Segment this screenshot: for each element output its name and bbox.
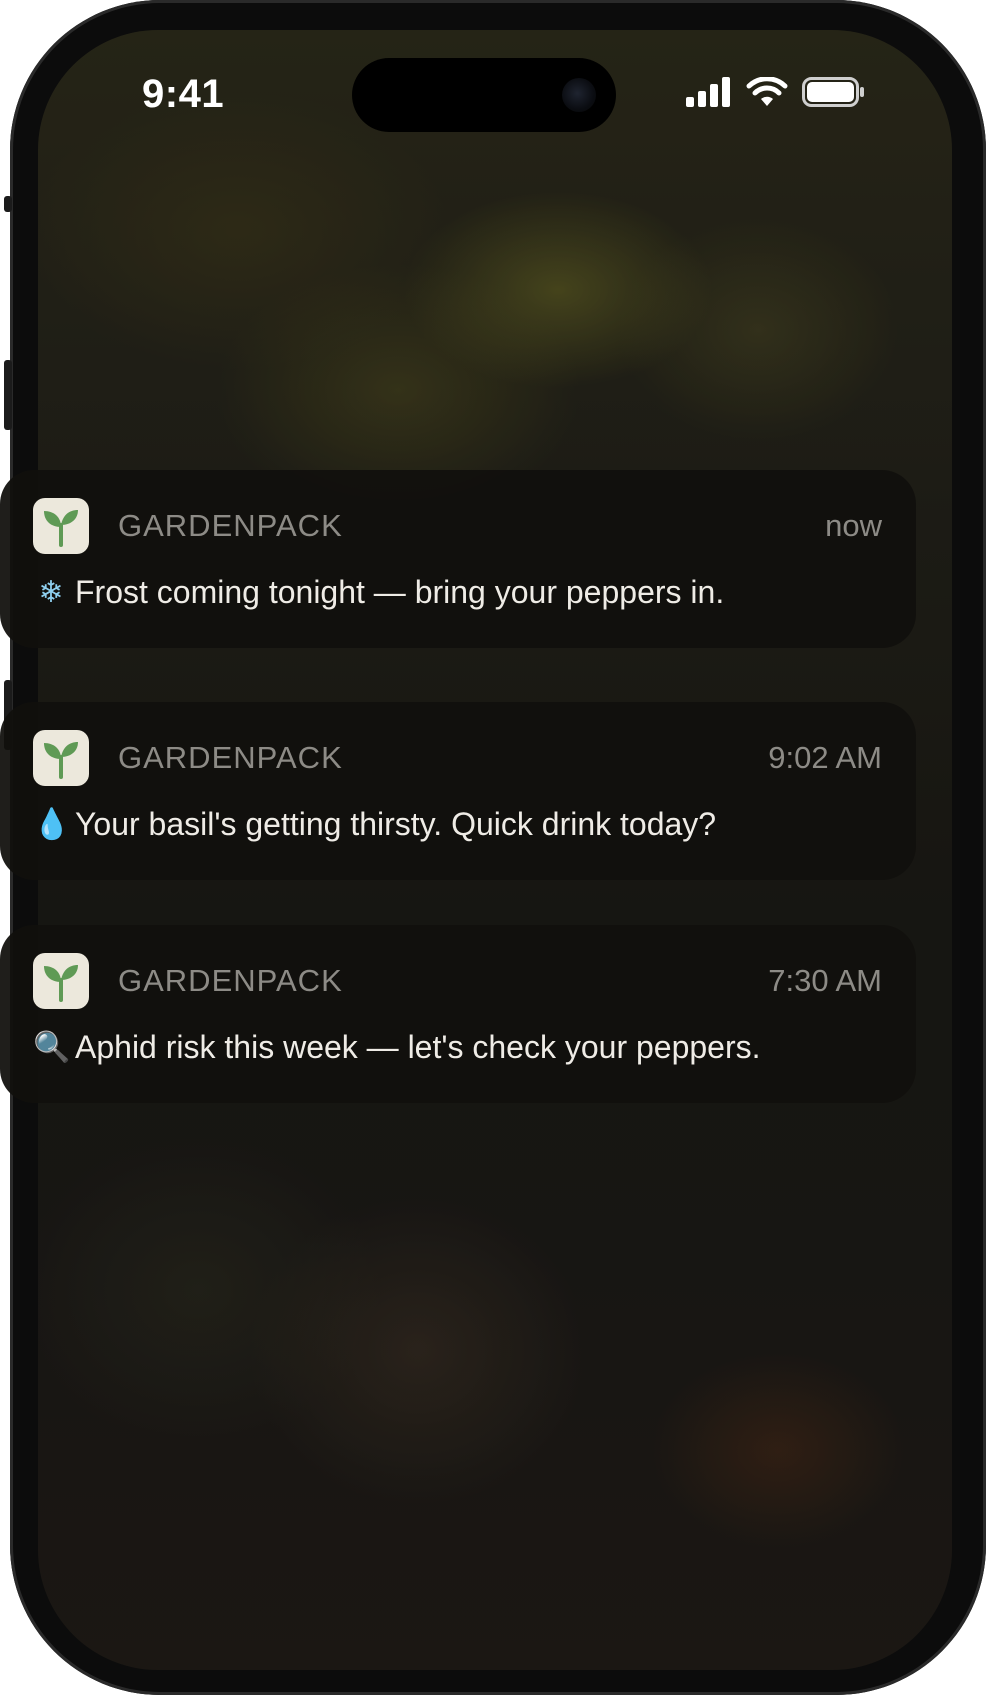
notification-message: Your basil's getting thirsty. Quick drin… — [75, 806, 717, 842]
volume-up-button — [4, 360, 12, 430]
notification-time: now — [825, 508, 882, 543]
stage: 9:41 GARDENPACK now ❄ Frost coming tonig… — [0, 0, 990, 1695]
wifi-icon — [746, 75, 788, 112]
notification-body: 💧 Your basil's getting thirsty. Quick dr… — [33, 806, 716, 843]
status-icons — [686, 75, 866, 112]
notification-app-name: GARDENPACK — [118, 963, 343, 998]
notification-body: ❄ Frost coming tonight — bring your pepp… — [33, 574, 724, 611]
status-bar: 9:41 — [38, 30, 952, 160]
notification-time: 9:02 AM — [768, 740, 882, 775]
notification-message: Frost coming tonight — bring your pepper… — [75, 574, 725, 610]
sprout-icon — [44, 742, 78, 779]
notification-card[interactable]: GARDENPACK 7:30 AM 🔍 Aphid risk this wee… — [0, 925, 916, 1103]
gardenpack-app-icon — [33, 730, 89, 786]
cellular-signal-icon — [686, 76, 732, 112]
battery-icon — [802, 76, 866, 112]
notification-app-name: GARDENPACK — [118, 508, 343, 543]
notification-card[interactable]: GARDENPACK now ❄ Frost coming tonight — … — [0, 470, 916, 648]
silent-switch — [4, 196, 12, 212]
magnifying-glass-icon: 🔍 — [33, 1031, 71, 1064]
dynamic-island — [352, 58, 616, 132]
notification-body: 🔍 Aphid risk this week — let's check you… — [33, 1029, 761, 1066]
notification-time: 7:30 AM — [768, 963, 882, 998]
notification-app-name: GARDENPACK — [118, 740, 343, 775]
gardenpack-app-icon — [33, 953, 89, 1009]
snowflake-icon: ❄ — [38, 576, 64, 609]
sprout-icon — [44, 510, 78, 547]
notification-card[interactable]: GARDENPACK 9:02 AM 💧 Your basil's gettin… — [0, 702, 916, 880]
gardenpack-app-icon — [33, 498, 89, 554]
status-time: 9:41 — [142, 72, 225, 116]
sprout-icon — [44, 965, 78, 1002]
front-camera-icon — [562, 78, 596, 112]
notification-message: Aphid risk this week — let's check your … — [75, 1029, 761, 1065]
water-drop-icon: 💧 — [33, 808, 71, 841]
